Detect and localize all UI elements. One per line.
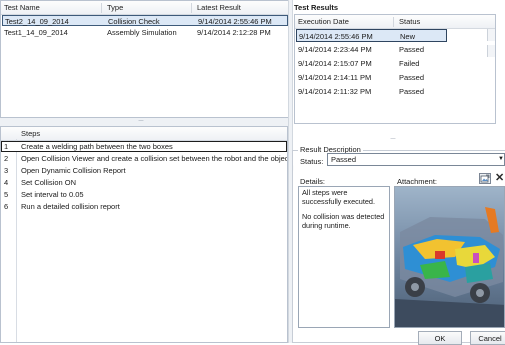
cell-type: Assembly Simulation bbox=[107, 28, 177, 37]
chevron-down-icon[interactable]: ▼ bbox=[498, 156, 504, 162]
cell-name: Test2_14_09_2014 bbox=[5, 17, 69, 26]
results-table: Execution Date Status 9/14/2014 2:55:46 … bbox=[294, 14, 496, 124]
col-latest-result[interactable]: Latest Result bbox=[197, 1, 241, 14]
step-number: 6 bbox=[4, 202, 9, 211]
cell-name: Test1_14_09_2014 bbox=[4, 28, 68, 37]
cell-date: 9/14/2014 2:55:46 PM bbox=[299, 32, 373, 41]
status-value: Passed bbox=[331, 155, 357, 164]
step-number: 1 bbox=[4, 142, 9, 151]
cell-status: Passed bbox=[399, 73, 425, 82]
col-test-name[interactable]: Test Name bbox=[4, 1, 40, 14]
col-separator[interactable] bbox=[191, 3, 192, 13]
cell-date: 9/14/2014 2:15:07 PM bbox=[298, 59, 372, 68]
step-number: 5 bbox=[4, 190, 9, 199]
tests-table-header bbox=[1, 1, 289, 15]
list-item[interactable]: 2 Open Collision Viewer and create a col… bbox=[1, 153, 287, 164]
cell-status: New bbox=[400, 32, 416, 41]
status-select[interactable]: Passed bbox=[327, 153, 505, 166]
splitter-grip-icon: ····· bbox=[390, 136, 396, 142]
list-item[interactable]: 3 Open Dynamic Collision Report bbox=[1, 165, 287, 176]
steps-header-label[interactable]: Steps bbox=[21, 127, 40, 140]
attach-file-icon[interactable] bbox=[479, 173, 491, 184]
steps-list: Steps 1 Create a welding path between th… bbox=[0, 126, 288, 343]
status-label: Status: bbox=[300, 157, 324, 166]
step-number: 4 bbox=[4, 178, 9, 187]
cell-latest: 9/14/2014 2:55:46 PM bbox=[198, 17, 272, 26]
cell-date: 9/14/2014 2:14:11 PM bbox=[298, 73, 372, 82]
cell-date: 9/14/2014 2:11:32 PM bbox=[298, 87, 372, 96]
col-type[interactable]: Type bbox=[107, 1, 123, 14]
table-row[interactable]: 9/14/2014 2:14:11 PM Passed bbox=[296, 71, 465, 84]
details-label: Details: bbox=[300, 177, 326, 186]
list-item[interactable]: 4 Set Collision ON bbox=[1, 177, 287, 188]
splitter-grip-icon: ····· bbox=[138, 118, 144, 124]
step-text: Open Collision Viewer and create a colli… bbox=[21, 154, 288, 163]
car-body-render bbox=[395, 187, 504, 327]
step-text: Set Collision ON bbox=[21, 178, 77, 187]
cell-status: Passed bbox=[399, 87, 425, 96]
horizontal-splitter[interactable]: ····· bbox=[0, 118, 290, 126]
attachment-image bbox=[394, 186, 505, 328]
step-text: Create a welding path between the two bo… bbox=[21, 142, 173, 151]
col-execution-date[interactable]: Execution Date bbox=[298, 15, 349, 28]
horizontal-splitter[interactable]: ····· bbox=[294, 136, 504, 144]
attachment-label: Attachment: bbox=[397, 177, 438, 186]
close-icon[interactable]: ✕ bbox=[495, 171, 504, 184]
tests-table: Test Name Type Latest Result Test2_14_09… bbox=[0, 0, 290, 118]
details-line: All steps were successfully executed. bbox=[302, 188, 376, 206]
table-row[interactable]: 9/14/2014 2:55:46 PM New bbox=[296, 29, 447, 42]
table-row[interactable]: 9/14/2014 2:11:32 PM Passed bbox=[296, 85, 465, 98]
table-row[interactable]: Test2_14_09_2014 Collision Check 9/14/20… bbox=[2, 15, 288, 26]
details-line: No collision was detected during runtime… bbox=[302, 212, 385, 230]
step-number: 2 bbox=[4, 154, 9, 163]
list-item[interactable]: 6 Run a detailed collision report bbox=[1, 201, 287, 212]
step-text: Open Dynamic Collision Report bbox=[21, 166, 126, 175]
list-item[interactable]: 5 Set interval to 0.05 bbox=[1, 189, 287, 200]
details-textarea[interactable]: All steps were successfully executed. No… bbox=[298, 186, 390, 328]
cell-status: Passed bbox=[399, 45, 425, 54]
results-title: Test Results bbox=[294, 3, 339, 12]
side-toolbar-button[interactable] bbox=[487, 45, 495, 57]
table-row[interactable]: 9/14/2014 2:23:44 PM Passed bbox=[296, 43, 465, 56]
list-item[interactable]: 1 Create a welding path between the two … bbox=[1, 141, 287, 152]
cell-latest: 9/14/2014 2:12:28 PM bbox=[197, 28, 271, 37]
col-status[interactable]: Status bbox=[399, 15, 420, 28]
table-row[interactable]: 9/14/2014 2:15:07 PM Failed bbox=[296, 57, 465, 70]
cell-status: Failed bbox=[399, 59, 420, 68]
col-separator[interactable] bbox=[393, 17, 394, 27]
cell-type: Collision Check bbox=[108, 17, 160, 26]
cell-date: 9/14/2014 2:23:44 PM bbox=[298, 45, 372, 54]
step-number: 3 bbox=[4, 166, 9, 175]
steps-header bbox=[1, 127, 287, 141]
side-toolbar-button[interactable] bbox=[487, 29, 495, 41]
step-text: Run a detailed collision report bbox=[21, 202, 120, 211]
col-separator[interactable] bbox=[101, 3, 102, 13]
step-text: Set interval to 0.05 bbox=[21, 190, 84, 199]
table-row[interactable]: Test1_14_09_2014 Assembly Simulation 9/1… bbox=[2, 27, 288, 38]
